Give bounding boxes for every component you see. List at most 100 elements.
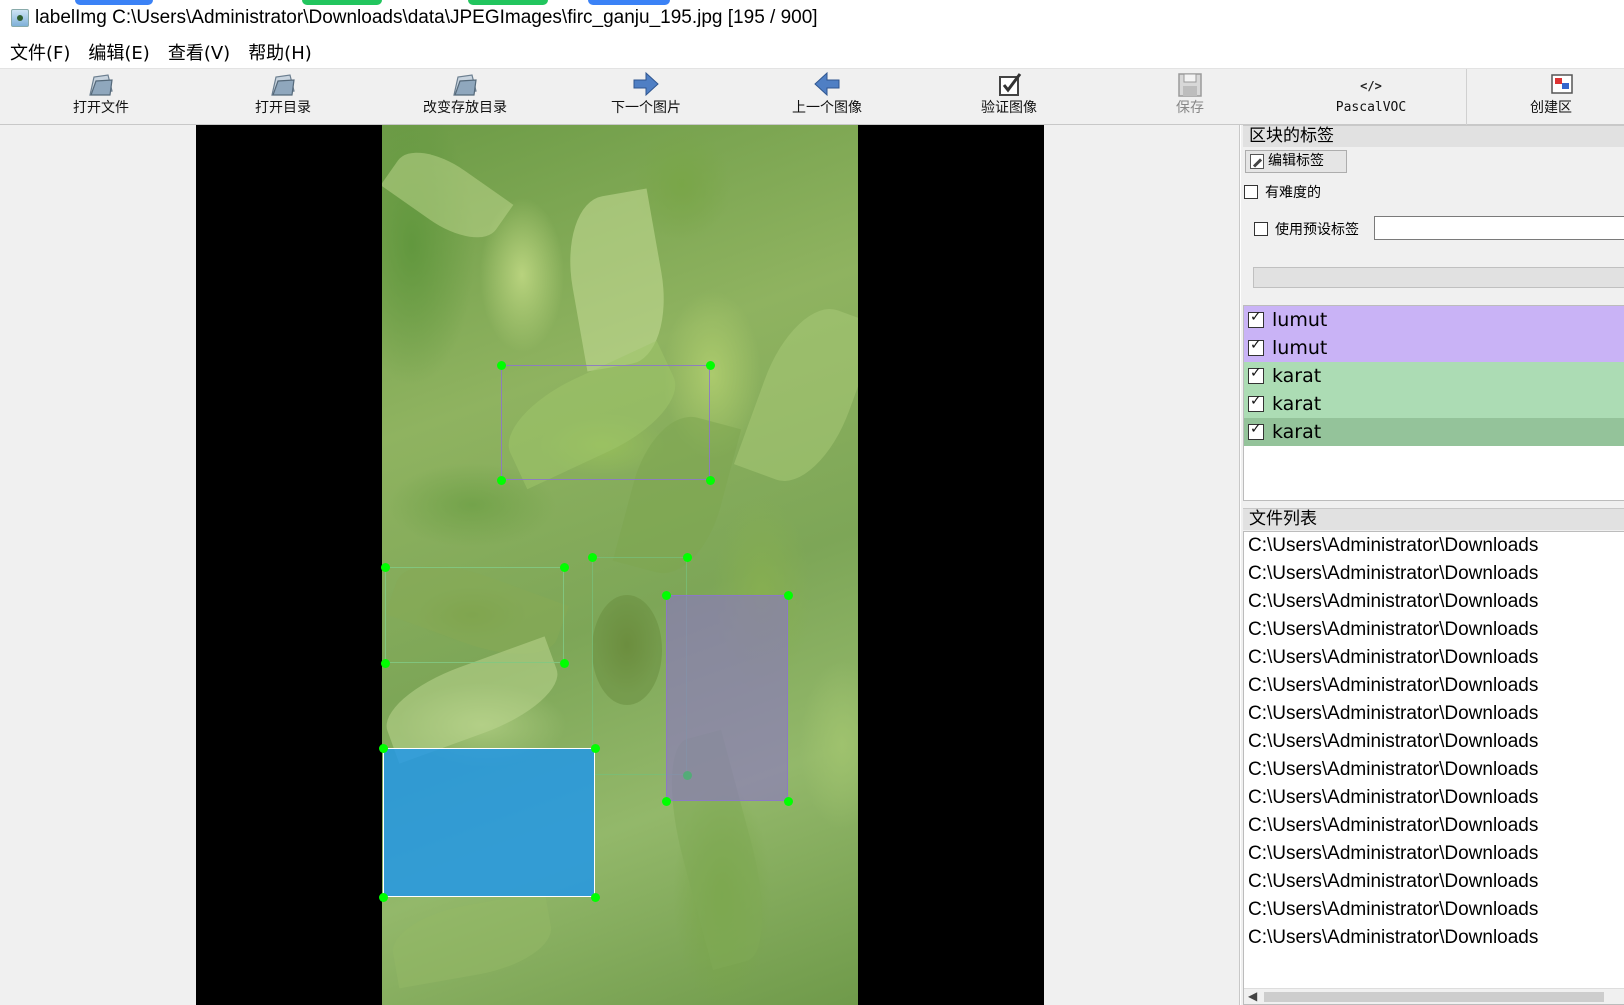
- label-list[interactable]: lumut lumut karat karat karat: [1243, 305, 1624, 501]
- bbox-handle[interactable]: [784, 591, 793, 600]
- file-list-item[interactable]: C:\Users\Administrator\Downloads: [1244, 644, 1624, 672]
- toolbar-separator: [1466, 69, 1467, 125]
- bbox-handle[interactable]: [706, 361, 715, 370]
- toolbar: 打开文件 打开目录 改变存放目录 下一个图片 上一个图像 验证图像 保存 </>…: [0, 68, 1624, 125]
- bbox-handle[interactable]: [497, 476, 506, 485]
- bbox-handle[interactable]: [591, 893, 600, 902]
- bbox-lumut[interactable]: [501, 365, 710, 480]
- prev-image-button[interactable]: 上一个图像: [737, 69, 917, 125]
- file-list-item[interactable]: C:\Users\Administrator\Downloads: [1244, 616, 1624, 644]
- prev-image-label: 上一个图像: [792, 100, 862, 116]
- open-folder-icon: [453, 74, 477, 96]
- label-list-item[interactable]: lumut: [1244, 306, 1624, 334]
- bbox-handle[interactable]: [683, 553, 692, 562]
- checkbox-icon: [999, 73, 1022, 96]
- bbox-handle[interactable]: [591, 744, 600, 753]
- tab-indicator: [588, 0, 670, 5]
- open-file-button[interactable]: 打开文件: [11, 69, 191, 125]
- file-list-item[interactable]: C:\Users\Administrator\Downloads: [1244, 868, 1624, 896]
- label-list-item[interactable]: karat: [1244, 362, 1624, 390]
- scrollbar-thumb[interactable]: [1264, 992, 1604, 1002]
- open-dir-label: 打开目录: [255, 100, 311, 116]
- difficult-label: 有难度的: [1265, 185, 1321, 201]
- scroll-left-icon[interactable]: ◀: [1248, 989, 1257, 1003]
- bbox-handle[interactable]: [560, 563, 569, 572]
- open-dir-button[interactable]: 打开目录: [193, 69, 373, 125]
- bbox-handle[interactable]: [662, 797, 671, 806]
- label-visibility-checkbox[interactable]: [1248, 337, 1264, 356]
- label-visibility-checkbox[interactable]: [1248, 393, 1264, 412]
- menu-file[interactable]: 文件(F): [10, 39, 70, 65]
- difficult-checkbox[interactable]: [1244, 185, 1258, 199]
- bbox-handle[interactable]: [497, 361, 506, 370]
- label-list-item[interactable]: lumut: [1244, 334, 1624, 362]
- menu-view[interactable]: 查看(V): [168, 39, 230, 65]
- menu-edit[interactable]: 编辑(E): [88, 39, 149, 65]
- label-list-item[interactable]: karat: [1244, 390, 1624, 418]
- verify-image-button[interactable]: 验证图像: [919, 69, 1099, 125]
- image-leaf: [733, 295, 858, 495]
- horizontal-scrollbar[interactable]: ◀: [1244, 988, 1624, 1004]
- file-list[interactable]: C:\Users\Administrator\Downloads C:\User…: [1243, 531, 1624, 1005]
- file-list-item[interactable]: C:\Users\Administrator\Downloads: [1244, 532, 1624, 560]
- file-list-item[interactable]: C:\Users\Administrator\Downloads: [1244, 700, 1624, 728]
- label-item-text: karat: [1272, 421, 1322, 443]
- file-list-item[interactable]: C:\Users\Administrator\Downloads: [1244, 924, 1624, 952]
- save-button[interactable]: 保存: [1100, 69, 1280, 125]
- bbox-handle[interactable]: [560, 659, 569, 668]
- create-rectbox-button[interactable]: 创建区: [1470, 69, 1624, 125]
- label-filter-combobox[interactable]: [1253, 267, 1624, 288]
- bbox-handle[interactable]: [379, 744, 388, 753]
- file-list-item[interactable]: C:\Users\Administrator\Downloads: [1244, 896, 1624, 924]
- label-visibility-checkbox[interactable]: [1248, 421, 1264, 440]
- label-visibility-checkbox[interactable]: [1248, 365, 1264, 384]
- edit-label-button[interactable]: 编辑标签: [1245, 150, 1347, 173]
- bbox-handle[interactable]: [706, 476, 715, 485]
- pascalvoc-label: PascalVOC: [1335, 100, 1407, 115]
- use-default-label-row[interactable]: 使用预设标签: [1254, 219, 1359, 239]
- save-icon: [1178, 73, 1202, 97]
- bbox-handle[interactable]: [784, 797, 793, 806]
- tab-indicator: [302, 0, 382, 5]
- bbox-lumut-filled[interactable]: [666, 595, 788, 801]
- change-save-dir-button[interactable]: 改变存放目录: [375, 69, 555, 125]
- open-folder-icon: [271, 74, 295, 96]
- file-list-item[interactable]: C:\Users\Administrator\Downloads: [1244, 756, 1624, 784]
- next-image-button[interactable]: 下一个图片: [556, 69, 736, 125]
- bbox-handle[interactable]: [662, 591, 671, 600]
- edit-icon: [1250, 154, 1264, 169]
- file-list-item[interactable]: C:\Users\Administrator\Downloads: [1244, 784, 1624, 812]
- bbox-karat-selected[interactable]: [383, 748, 595, 897]
- file-list-item[interactable]: C:\Users\Administrator\Downloads: [1244, 672, 1624, 700]
- labelimg-app-icon: [11, 9, 29, 27]
- default-label-input[interactable]: [1374, 216, 1624, 240]
- difficult-checkbox-row[interactable]: 有难度的: [1244, 182, 1321, 202]
- bbox-handle[interactable]: [381, 659, 390, 668]
- create-rectbox-label: 创建区: [1530, 100, 1572, 116]
- title-bar: labelImg C:\Users\Administrator\Download…: [0, 0, 1624, 36]
- image-canvas[interactable]: [0, 125, 1240, 1005]
- save-label: 保存: [1176, 100, 1204, 116]
- image-leaf: [387, 891, 557, 989]
- labels-dock-title: 区块的标签: [1243, 125, 1624, 147]
- use-default-label-checkbox[interactable]: [1254, 222, 1268, 236]
- bbox-karat[interactable]: [385, 567, 564, 663]
- label-item-text: karat: [1272, 365, 1322, 387]
- bbox-handle[interactable]: [379, 893, 388, 902]
- file-list-item[interactable]: C:\Users\Administrator\Downloads: [1244, 812, 1624, 840]
- create-box-icon: [1551, 74, 1573, 94]
- label-visibility-checkbox[interactable]: [1248, 309, 1264, 328]
- file-list-item[interactable]: C:\Users\Administrator\Downloads: [1244, 588, 1624, 616]
- open-folder-icon: [89, 74, 113, 96]
- bbox-handle[interactable]: [588, 553, 597, 562]
- bbox-handle[interactable]: [381, 563, 390, 572]
- menu-help[interactable]: 帮助(H): [248, 39, 312, 65]
- label-list-item-selected[interactable]: karat: [1244, 418, 1624, 446]
- file-list-item[interactable]: C:\Users\Administrator\Downloads: [1244, 840, 1624, 868]
- tab-indicator: [468, 0, 548, 5]
- pascalvoc-format-button[interactable]: </> PascalVOC: [1281, 69, 1461, 125]
- label-item-text: karat: [1272, 393, 1322, 415]
- file-list-item[interactable]: C:\Users\Administrator\Downloads: [1244, 728, 1624, 756]
- file-list-item[interactable]: C:\Users\Administrator\Downloads: [1244, 560, 1624, 588]
- label-item-text: lumut: [1272, 337, 1328, 359]
